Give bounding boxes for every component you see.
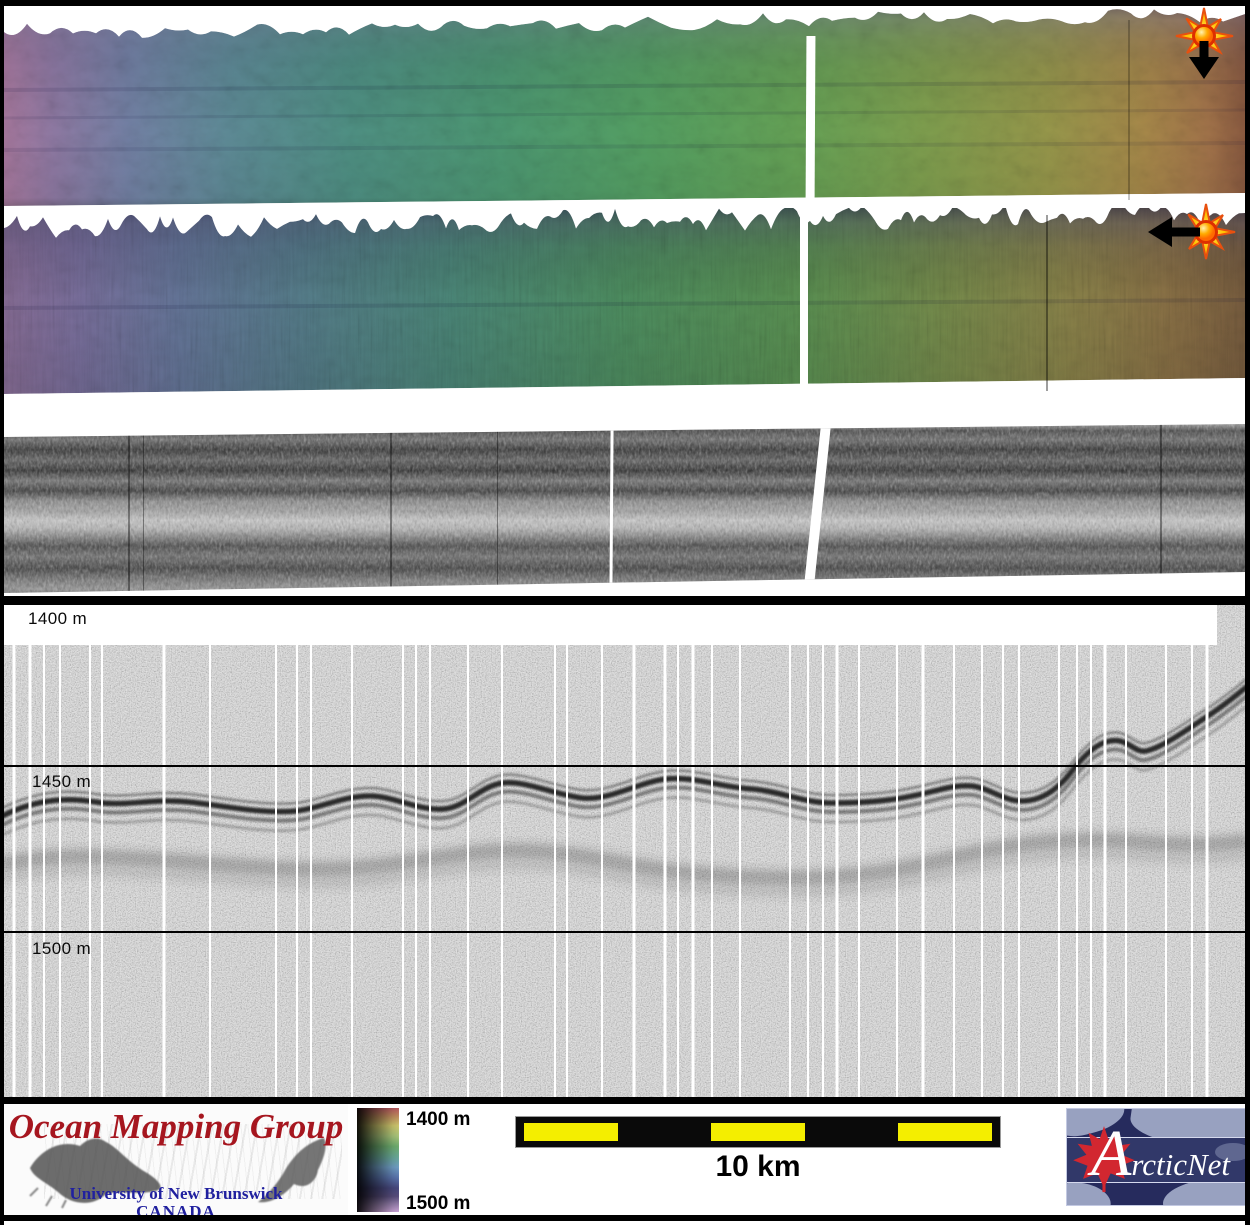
sun-illumination-icon-left <box>1144 202 1240 266</box>
swath-seam-line <box>1046 215 1048 391</box>
colorbar-label-top: 1400 m <box>406 1109 470 1131</box>
data-gap <box>806 36 816 208</box>
arcticnet-initial: A <box>1091 1109 1131 1199</box>
profile-top-border <box>4 596 1245 605</box>
bathymetry-swath-2 <box>4 208 1245 404</box>
omg-university-label: University of New Brunswick <box>4 1184 348 1204</box>
data-gap <box>800 214 808 396</box>
arcticnet-logo: ArcticNet <box>1066 1108 1246 1206</box>
scale-bar-segment <box>618 1119 712 1145</box>
frame-border-right <box>1245 0 1250 1225</box>
scale-bar-segment <box>524 1123 618 1141</box>
omg-logo: Ocean Mapping Group University of New Br… <box>4 1104 348 1215</box>
scale-bar-segment <box>898 1123 992 1141</box>
figure-canvas: 1400 m 1450 m 1500 m Ocean Mapping Group… <box>0 0 1250 1225</box>
arcticnet-wordmark: ArcticNet <box>1091 1109 1230 1203</box>
subbottom-profile: 1400 m 1450 m 1500 m <box>4 605 1245 1097</box>
scale-bar-segment <box>805 1119 899 1145</box>
depth-label-1400: 1400 m <box>28 609 87 629</box>
profile-top-margin <box>4 605 1217 645</box>
depth-label-1500: 1500 m <box>32 939 91 959</box>
scale-bar <box>518 1119 998 1145</box>
frame-border-top <box>0 0 1250 6</box>
omg-country-label: CANADA <box>4 1202 348 1215</box>
frame-border-left <box>0 0 4 1225</box>
profile-bottom-border <box>4 1097 1245 1104</box>
colorbar-label-bottom: 1500 m <box>406 1193 470 1215</box>
depth-colorbar <box>357 1108 399 1212</box>
scale-bar-label: 10 km <box>518 1150 998 1184</box>
swath-seam-line <box>1128 20 1130 200</box>
depth-gridline-1500 <box>4 931 1245 933</box>
bathymetry-swath-1 <box>4 6 1245 212</box>
scale-bar-segment <box>711 1123 805 1141</box>
arcticnet-rest: rcticNet <box>1131 1147 1230 1183</box>
frame-border-bottom <box>0 1215 1250 1221</box>
depth-gridline-1450 <box>4 765 1245 767</box>
sun-illumination-icon-down <box>1160 5 1244 87</box>
depth-label-1450: 1450 m <box>32 772 91 792</box>
backscatter-strip <box>4 424 1245 596</box>
omg-logo-title: Ocean Mapping Group <box>4 1107 348 1147</box>
